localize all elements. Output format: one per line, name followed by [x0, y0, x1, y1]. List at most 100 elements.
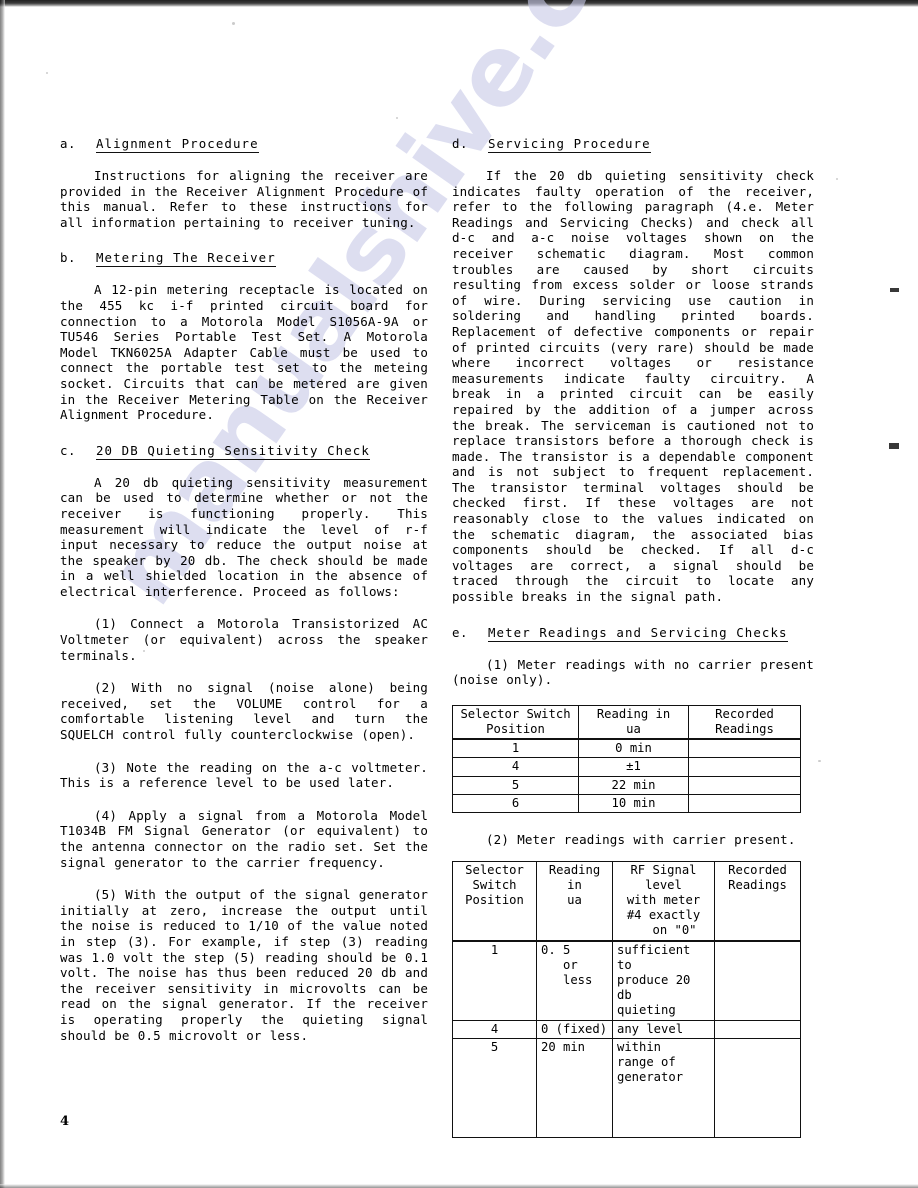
cell-position: 5	[452, 1037, 537, 1138]
cell-position: 4	[452, 1019, 537, 1039]
cell-recorded-reading[interactable]	[714, 1019, 801, 1039]
procedure-step: (1) Connect a Motorola Transistorized AC…	[60, 616, 428, 663]
scan-dust	[46, 72, 48, 74]
header-line: Position	[486, 722, 545, 737]
cell-position: 1	[452, 738, 579, 759]
reading-line: 0. 5	[541, 942, 571, 957]
header-line: #4 exactly	[626, 908, 701, 923]
scan-edge-top	[0, 0, 918, 7]
table-row: 5 20 min within range of generator	[452, 1037, 801, 1138]
header-line: in	[567, 877, 582, 892]
column-header-reading-in-ua: Reading in ua	[536, 860, 613, 942]
paragraph: If the 20 db quieting sensitivity check …	[452, 168, 814, 605]
heading-title: Metering The Receiver	[96, 250, 276, 268]
cell-position: 6	[452, 793, 579, 814]
rf-line: produce 20 db	[617, 973, 691, 1003]
header-line: ua	[567, 893, 582, 908]
table-header-row: Selector Switch Position Reading in ua R…	[452, 860, 801, 942]
cell-recorded-reading[interactable]	[688, 738, 801, 759]
page-number: 4	[60, 1114, 70, 1129]
scan-speck	[890, 288, 899, 292]
table-header-row: Selector Switch Position Reading in ua R…	[452, 704, 801, 741]
cell-reading: 22 min	[578, 775, 689, 795]
scan-dust	[232, 22, 235, 25]
cell-rf-signal-level: sufficient to produce 20 db quieting	[612, 940, 715, 1021]
header-line: Selector Switch	[460, 706, 571, 721]
heading-title: Servicing Procedure	[488, 136, 651, 153]
paragraph: A 20 db quieting sensitivity measurement…	[60, 474, 428, 599]
paragraph: A 12-pin metering receptacle is located …	[60, 282, 428, 423]
scan-dust	[818, 760, 821, 762]
table-row: 4 ±1	[452, 757, 801, 777]
scan-speck	[889, 443, 899, 449]
table-row: 1 0. 5 or less sufficient to produce 20 …	[452, 940, 801, 1021]
header-line: Recorded	[728, 862, 787, 877]
reading-line: or less	[563, 957, 593, 988]
table2-caption: (2) Meter readings with carrier present.	[486, 832, 796, 848]
cell-rf-signal-level: any level	[612, 1019, 715, 1039]
header-line: Readings	[728, 877, 787, 892]
procedure-step: (2) With no signal (noise alone) being r…	[60, 680, 428, 743]
table1-wrapper: Selector Switch Position Reading in ua R…	[452, 704, 814, 814]
cell-reading: 0 min	[578, 738, 689, 759]
procedure-step: (5) With the output of the signal genera…	[60, 887, 428, 1043]
heading-title: Alignment Procedure	[96, 136, 259, 153]
header-line: with meter	[626, 893, 701, 908]
header-line: Recorded	[715, 706, 774, 721]
cell-reading: ±1	[578, 757, 689, 777]
cell-rf-signal-level: within range of generator	[612, 1037, 715, 1138]
header-line: Switch	[472, 877, 517, 892]
header-line: Readings	[715, 722, 774, 737]
table-row: 1 0 min	[452, 738, 801, 759]
right-text-column: d. Servicing Procedure If the 20 db quie…	[452, 136, 814, 1138]
cell-position: 5	[452, 775, 579, 795]
cell-recorded-reading[interactable]	[688, 793, 801, 814]
meter-readings-no-carrier-table: Selector Switch Position Reading in ua R…	[452, 704, 801, 814]
cell-reading: 20 min	[536, 1037, 613, 1138]
column-header-selector-switch-position: Selector Switch Position	[452, 704, 579, 741]
heading-label: a.	[60, 136, 77, 151]
procedure-step: (4) Apply a signal from a Motorola Model…	[60, 807, 428, 870]
cell-recorded-reading[interactable]	[714, 940, 801, 1021]
header-line: on "0"	[652, 923, 697, 938]
heading-title: 20 DB Quieting Sensitivity Check	[96, 442, 370, 460]
column-header-recorded-readings: Recorded Readings	[688, 704, 801, 741]
column-header-reading-in-ua: Reading in ua	[578, 704, 689, 741]
scan-edge-left	[0, 0, 5, 1188]
scanned-document-page: manualshive.com a. Alignment Procedure I…	[0, 0, 918, 1188]
cell-recorded-reading[interactable]	[688, 775, 801, 795]
procedure-step: (3) Note the reading on the a-c voltmete…	[60, 759, 428, 791]
cell-recorded-reading[interactable]	[688, 757, 801, 777]
table1-caption: (1) Meter readings with no carrier prese…	[452, 656, 814, 688]
table-row: 6 10 min	[452, 793, 801, 814]
rf-line: range of	[617, 1055, 676, 1070]
header-line: Position	[465, 893, 524, 908]
cell-reading: 0 (fixed)	[536, 1019, 613, 1039]
scan-dust	[836, 178, 838, 180]
cell-recorded-reading[interactable]	[714, 1037, 801, 1138]
paragraph: Instructions for aligning the receiver a…	[60, 168, 428, 230]
table-row: 4 0 (fixed) any level	[452, 1019, 801, 1039]
heading-metering-the-receiver: b. Metering The Receiver	[60, 250, 428, 268]
header-line: RF Signal level	[630, 862, 697, 892]
meter-readings-with-carrier-table: Selector Switch Position Reading in ua R…	[452, 860, 801, 1138]
cell-reading: 10 min	[578, 793, 689, 814]
cell-position: 4	[452, 757, 579, 777]
rf-line: generator	[617, 1070, 684, 1085]
heading-label: c.	[60, 442, 77, 458]
table-row: 5 22 min	[452, 775, 801, 795]
table2-wrapper: Selector Switch Position Reading in ua R…	[452, 860, 814, 1138]
heading-alignment-procedure: a. Alignment Procedure	[60, 136, 428, 153]
heading-label: e.	[452, 624, 469, 640]
rf-line: within	[617, 1039, 662, 1054]
header-line: Reading	[548, 862, 601, 877]
rf-line: sufficient to	[617, 942, 691, 972]
heading-20db-quieting-sensitivity-check: c. 20 DB Quieting Sensitivity Check	[60, 443, 428, 460]
cell-position: 1	[452, 940, 537, 1021]
rf-line: quieting	[617, 1003, 676, 1018]
scan-dust	[396, 117, 398, 119]
column-header-selector-switch-position: Selector Switch Position	[452, 860, 537, 942]
column-header-recorded-readings: Recorded Readings	[714, 860, 801, 942]
header-line: Reading in	[596, 706, 671, 721]
heading-servicing-procedure: d. Servicing Procedure	[452, 136, 814, 153]
